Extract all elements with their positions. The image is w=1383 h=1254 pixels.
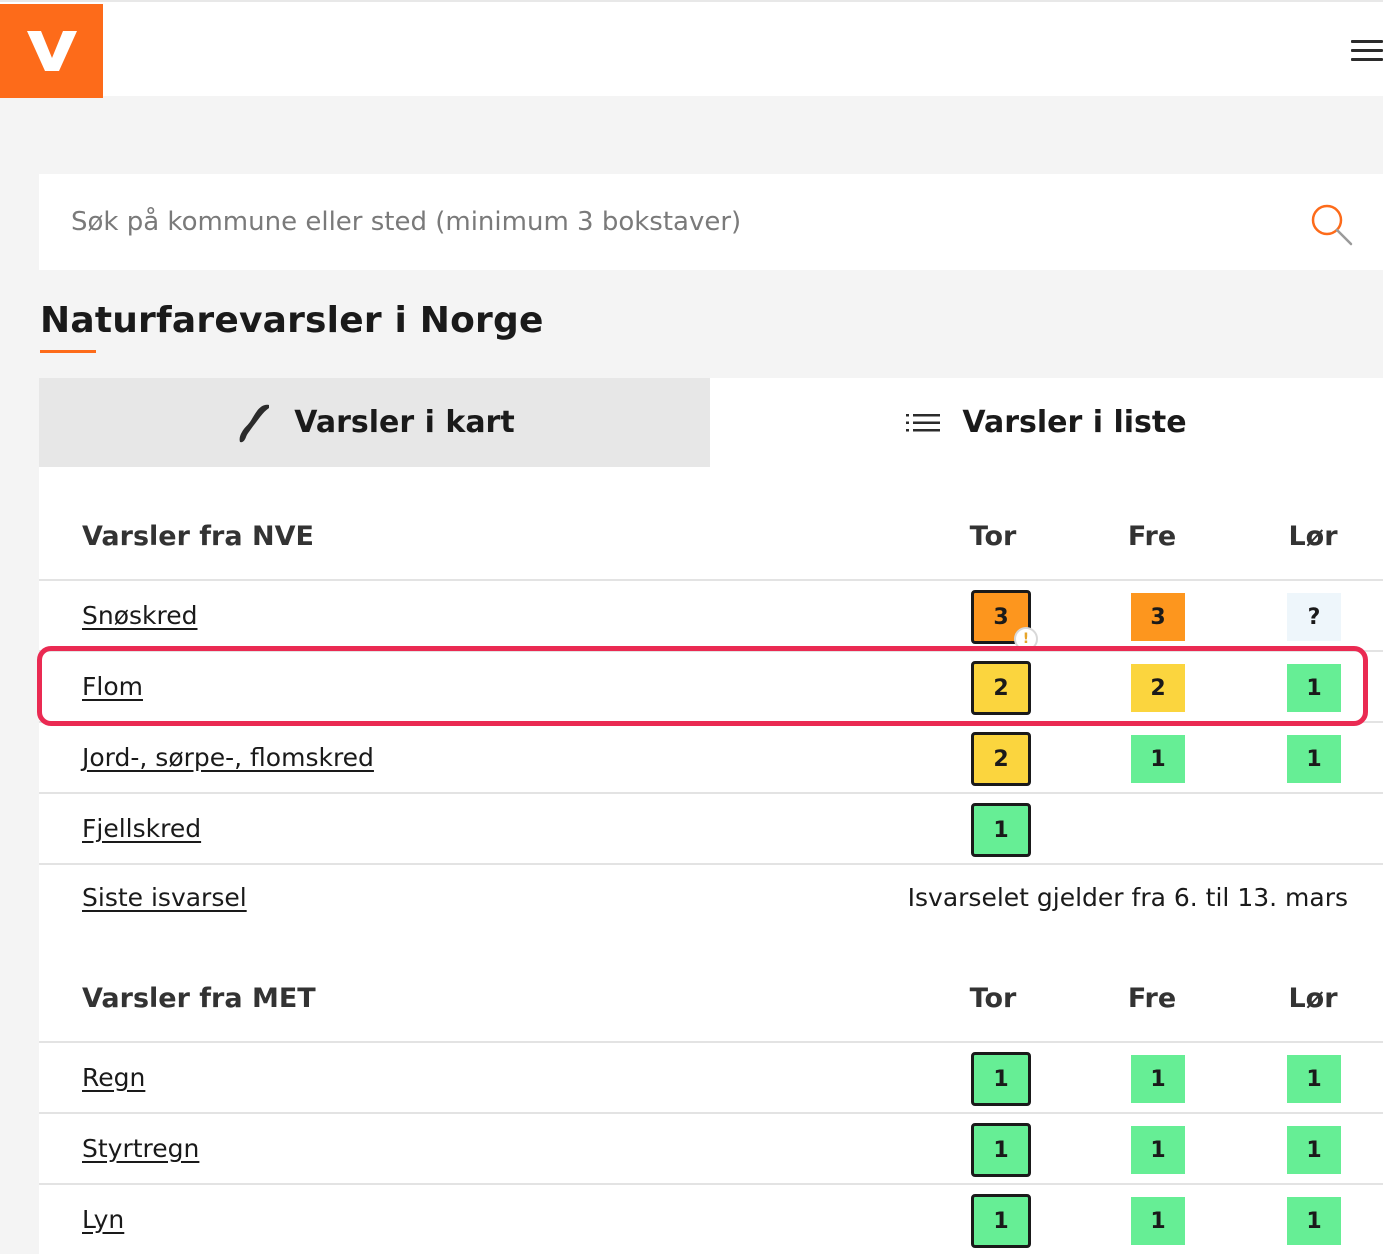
hamburger-menu-icon[interactable] [1351, 38, 1383, 64]
level-cell-lor[interactable]: 1 [1287, 1055, 1341, 1103]
level-cell-tor[interactable]: 2 [971, 661, 1031, 715]
logo-v-icon [26, 31, 77, 71]
list-icon [906, 413, 941, 433]
level-cell-tor[interactable]: 1 [971, 1052, 1031, 1106]
day-header-lor: Lør [1288, 521, 1338, 552]
norway-map-icon [234, 402, 272, 444]
level-cell-tor[interactable]: 1 [971, 1194, 1031, 1248]
table-row-regn: Regn 1 1 1 [39, 1043, 1383, 1114]
level-value: 1 [1150, 1137, 1166, 1163]
level-value: 1 [1150, 1066, 1166, 1092]
level-value: 2 [993, 675, 1009, 701]
level-value: 1 [1306, 675, 1322, 701]
level-cell-lor[interactable]: 1 [1287, 664, 1341, 712]
day-header-fre: Fre [1127, 983, 1177, 1014]
table-row-styrtregn: Styrtregn 1 1 1 [39, 1114, 1383, 1185]
nve-header-row: Varsler fra NVE Tor Fre Lør [39, 467, 1383, 581]
ice-warning-period: Isvarselet gjelder fra 6. til 13. mars [907, 883, 1348, 912]
nve-section-title: Varsler fra NVE [82, 521, 314, 552]
level-cell-fre[interactable]: 1 [1131, 1197, 1185, 1245]
level-value: 2 [1150, 675, 1166, 701]
table-row-snoskred: Snøskred 3 ! 3 ? [39, 581, 1383, 652]
level-cell-lor[interactable]: 1 [1287, 1197, 1341, 1245]
warning-link-fjellskred[interactable]: Fjellskred [82, 814, 201, 843]
level-cell-fre[interactable]: 3 [1131, 593, 1185, 641]
warning-exclamation-icon: ! [1014, 627, 1038, 651]
level-cell-tor[interactable]: 1 [971, 803, 1031, 857]
warning-link-snoskred[interactable]: Snøskred [82, 601, 198, 630]
day-header-lor: Lør [1288, 983, 1338, 1014]
table-row-lyn: Lyn 1 1 1 [39, 1185, 1383, 1254]
level-cell-lor[interactable]: 1 [1287, 1126, 1341, 1174]
level-value: 1 [1150, 746, 1166, 772]
top-bar [0, 0, 1383, 98]
warnings-panel: Varsler fra NVE Tor Fre Lør Snøskred 3 !… [39, 467, 1383, 1254]
warning-link-isvarsel[interactable]: Siste isvarsel [82, 883, 247, 912]
day-header-tor: Tor [969, 983, 1017, 1014]
day-header-tor: Tor [969, 521, 1017, 552]
view-tabs: Varsler i kart Varsler i liste [39, 378, 1383, 467]
table-row-jordskred: Jord-, sørpe-, flomskred 2 1 1 [39, 723, 1383, 794]
warning-link-lyn[interactable]: Lyn [82, 1205, 124, 1234]
tab-varsler-i-liste[interactable]: Varsler i liste [710, 378, 1383, 467]
title-underline [40, 350, 96, 353]
table-row-fjellskred: Fjellskred 1 [39, 794, 1383, 865]
tab-label: Varsler i liste [962, 405, 1187, 440]
met-section-title: Varsler fra MET [82, 983, 316, 1014]
search-box [39, 174, 1383, 270]
level-cell-tor[interactable]: 1 [971, 1123, 1031, 1177]
warning-link-regn[interactable]: Regn [82, 1063, 145, 1092]
table-row-isvarsel: Siste isvarsel Isvarselet gjelder fra 6.… [39, 865, 1383, 939]
level-cell-fre[interactable]: 1 [1131, 1126, 1185, 1174]
warning-link-styrtregn[interactable]: Styrtregn [82, 1134, 199, 1163]
day-header-fre: Fre [1127, 521, 1177, 552]
table-row-flom: Flom 2 2 1 [39, 652, 1383, 723]
tab-varsler-i-kart[interactable]: Varsler i kart [39, 378, 710, 467]
warning-link-jordskred[interactable]: Jord-, sørpe-, flomskred [82, 743, 374, 772]
level-cell-fre[interactable]: 1 [1131, 735, 1185, 783]
level-value: 1 [993, 1137, 1009, 1163]
warning-link-flom[interactable]: Flom [82, 672, 143, 701]
level-cell-fre[interactable]: 2 [1131, 664, 1185, 712]
level-value: 2 [993, 746, 1009, 772]
search-input[interactable] [71, 192, 1251, 252]
search-icon[interactable] [1309, 202, 1353, 246]
level-cell-lor[interactable]: ? [1287, 593, 1341, 641]
level-value: 1 [1306, 1066, 1322, 1092]
level-value: 1 [1306, 1208, 1322, 1234]
varsom-logo[interactable] [0, 4, 103, 98]
level-value: 1 [1306, 1137, 1322, 1163]
level-value: 3 [1150, 604, 1166, 630]
level-cell-fre[interactable]: 1 [1131, 1055, 1185, 1103]
level-value: 1 [993, 1066, 1009, 1092]
page-title: Naturfarevarsler i Norge [40, 300, 544, 341]
level-cell-tor[interactable]: 2 [971, 732, 1031, 786]
tab-label: Varsler i kart [294, 405, 515, 440]
level-value: 3 [993, 604, 1009, 630]
level-value: 1 [993, 817, 1009, 843]
level-value: ? [1307, 604, 1321, 630]
met-header-row: Varsler fra MET Tor Fre Lør [39, 929, 1383, 1043]
level-value: 1 [993, 1208, 1009, 1234]
level-value: 1 [1306, 746, 1322, 772]
level-cell-tor[interactable]: 3 ! [971, 590, 1038, 651]
level-value: 1 [1150, 1208, 1166, 1234]
level-cell-lor[interactable]: 1 [1287, 735, 1341, 783]
